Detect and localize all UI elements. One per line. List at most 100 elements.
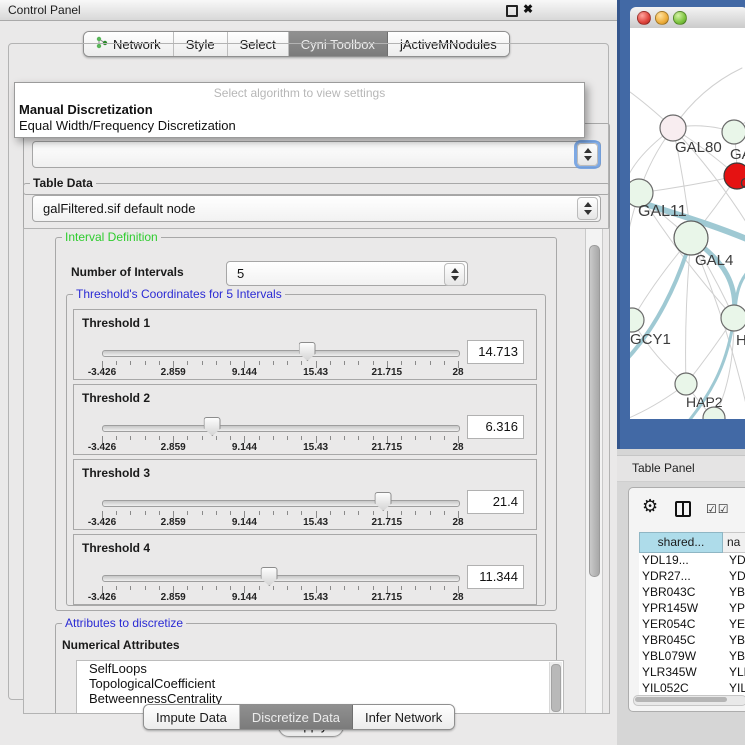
number-of-intervals-combobox[interactable]: 5	[226, 261, 468, 286]
threshold-value-input[interactable]: 11.344	[467, 565, 524, 589]
network-node[interactable]	[660, 115, 686, 141]
network-node[interactable]	[674, 221, 708, 255]
tick-mark	[145, 361, 146, 365]
table-row[interactable]: YDR27...YDR2	[639, 569, 745, 585]
close-traffic-light-icon[interactable]	[637, 11, 651, 25]
scrollbar-thumb[interactable]	[635, 697, 727, 702]
node-label: C	[740, 175, 745, 192]
tick-mark	[430, 586, 431, 590]
combo-value: 5	[237, 266, 244, 281]
threshold-slider[interactable]: -3.4262.8599.14415.4321.71528	[102, 460, 458, 529]
combo-stepper[interactable]	[444, 263, 465, 286]
column-header-name[interactable]: na	[723, 532, 745, 553]
minimize-traffic-light-icon[interactable]	[655, 11, 669, 25]
threshold-slider[interactable]: -3.4262.8599.14415.4321.71528	[102, 385, 458, 454]
network-edge[interactable]	[673, 68, 742, 128]
table-row[interactable]: YDL19...YDL1	[639, 553, 745, 569]
tick-mark	[330, 586, 331, 590]
tick-mark	[202, 511, 203, 515]
tick-label: 21.715	[372, 592, 403, 603]
list-item[interactable]: SelfLoops	[77, 661, 563, 676]
tab-label: Discretize Data	[252, 710, 340, 725]
table-row[interactable]: YBR043CYBR0	[639, 585, 745, 601]
tick-mark	[401, 586, 402, 590]
tab-discretize-data[interactable]: Discretize Data	[240, 705, 353, 729]
network-node[interactable]	[721, 305, 745, 331]
slider-thumb[interactable]	[375, 492, 392, 511]
node-label: HAP2	[686, 394, 723, 410]
tick-label: 21.715	[372, 442, 403, 453]
dropdown-item-equal-width-frequency[interactable]: Equal Width/Frequency Discretization	[19, 118, 236, 133]
tick-mark	[301, 436, 302, 440]
slider-track[interactable]	[102, 575, 460, 582]
tick-mark	[145, 586, 146, 590]
slider-track[interactable]	[102, 350, 460, 357]
table-row[interactable]: YBR045CYBR0	[639, 633, 745, 649]
tick-label: 2.859	[161, 442, 186, 453]
network-graph[interactable]: GAL80GACGAL11GAL4GCY1HHAP2	[630, 28, 745, 419]
tick-mark	[216, 586, 217, 590]
tick-mark	[159, 361, 160, 365]
network-node[interactable]	[675, 373, 697, 395]
algorithm-dropdown-popup: Select algorithm to view settings Manual…	[14, 82, 585, 138]
threshold-slider[interactable]: -3.4262.8599.14415.4321.71528	[102, 535, 458, 604]
split-columns-icon[interactable]	[675, 501, 691, 517]
network-node[interactable]	[630, 308, 644, 332]
slider-track[interactable]	[102, 500, 460, 507]
slider-track[interactable]	[102, 425, 460, 432]
node-label: GAL80	[675, 139, 722, 156]
tab-impute-data[interactable]: Impute Data	[144, 705, 240, 729]
group-label: Table Data	[30, 176, 96, 190]
cell-shared-name: YBR045C	[639, 633, 723, 649]
checkboxes-icon[interactable]: ☑☑	[706, 502, 730, 516]
horizontal-scrollbar[interactable]	[633, 695, 745, 706]
table-data-combobox[interactable]: galFiltered.sif default node	[32, 195, 601, 222]
tab-infer-network[interactable]: Infer Network	[353, 705, 454, 729]
threshold-value-input[interactable]: 14.713	[467, 340, 524, 364]
table-row[interactable]: YBL079WYBL0	[639, 649, 745, 665]
threshold-value-input[interactable]: 21.4	[467, 490, 524, 514]
table-row[interactable]: YLR345WYLR3	[639, 665, 745, 681]
float-window-icon[interactable]	[506, 5, 518, 17]
tick-label: 9.144	[232, 592, 257, 603]
slider-thumb[interactable]	[299, 342, 316, 361]
tick-mark	[287, 511, 288, 515]
combo-stepper[interactable]	[577, 143, 598, 166]
list-item[interactable]: TopologicalCoefficient	[77, 676, 563, 691]
list-scrollbar[interactable]	[549, 662, 562, 714]
vertical-scrollbar[interactable]	[585, 229, 603, 713]
cell-name: YBL0	[723, 649, 745, 665]
node-table: shared... na YDL19...YDL1YDR27...YDR2YBR…	[639, 532, 745, 699]
scrollbar-thumb[interactable]	[551, 664, 561, 712]
network-edge[interactable]	[686, 238, 691, 384]
gear-icon[interactable]: ⚙	[642, 496, 658, 517]
combo-stepper[interactable]	[577, 197, 598, 220]
column-header-shared-name[interactable]: shared...	[639, 532, 723, 553]
close-icon[interactable]: ✖	[523, 2, 533, 16]
scrollbar-thumb[interactable]	[589, 245, 600, 577]
network-edge[interactable]	[639, 176, 737, 193]
tick-mark	[273, 586, 274, 590]
tick-label: 15.43	[303, 517, 328, 528]
table-row[interactable]: YER054CYER0	[639, 617, 745, 633]
group-label: Attributes to discretize	[62, 616, 186, 630]
slider-thumb[interactable]	[204, 417, 221, 436]
tick-mark	[116, 436, 117, 440]
tick-mark	[187, 361, 188, 365]
network-window-titlebar[interactable]	[630, 7, 745, 29]
tick-label: 9.144	[232, 517, 257, 528]
zoom-traffic-light-icon[interactable]	[673, 11, 687, 25]
tick-mark	[216, 361, 217, 365]
tick-mark	[415, 586, 416, 590]
dropdown-item-manual-discretization[interactable]: Manual Discretization	[19, 102, 153, 117]
cell-shared-name: YER054C	[639, 617, 723, 633]
network-node[interactable]	[722, 120, 745, 144]
panel-title: Control Panel	[8, 3, 81, 17]
table-row[interactable]: YPR145WYPR1	[639, 601, 745, 617]
algorithm-combobox[interactable]	[32, 141, 601, 168]
stepper-down-icon	[451, 276, 459, 281]
network-canvas[interactable]: GAL80GACGAL11GAL4GCY1HHAP2	[630, 28, 745, 419]
threshold-slider[interactable]: -3.4262.8599.14415.4321.71528	[102, 310, 458, 379]
threshold-value-input[interactable]: 6.316	[467, 415, 524, 439]
slider-thumb[interactable]	[261, 567, 278, 586]
